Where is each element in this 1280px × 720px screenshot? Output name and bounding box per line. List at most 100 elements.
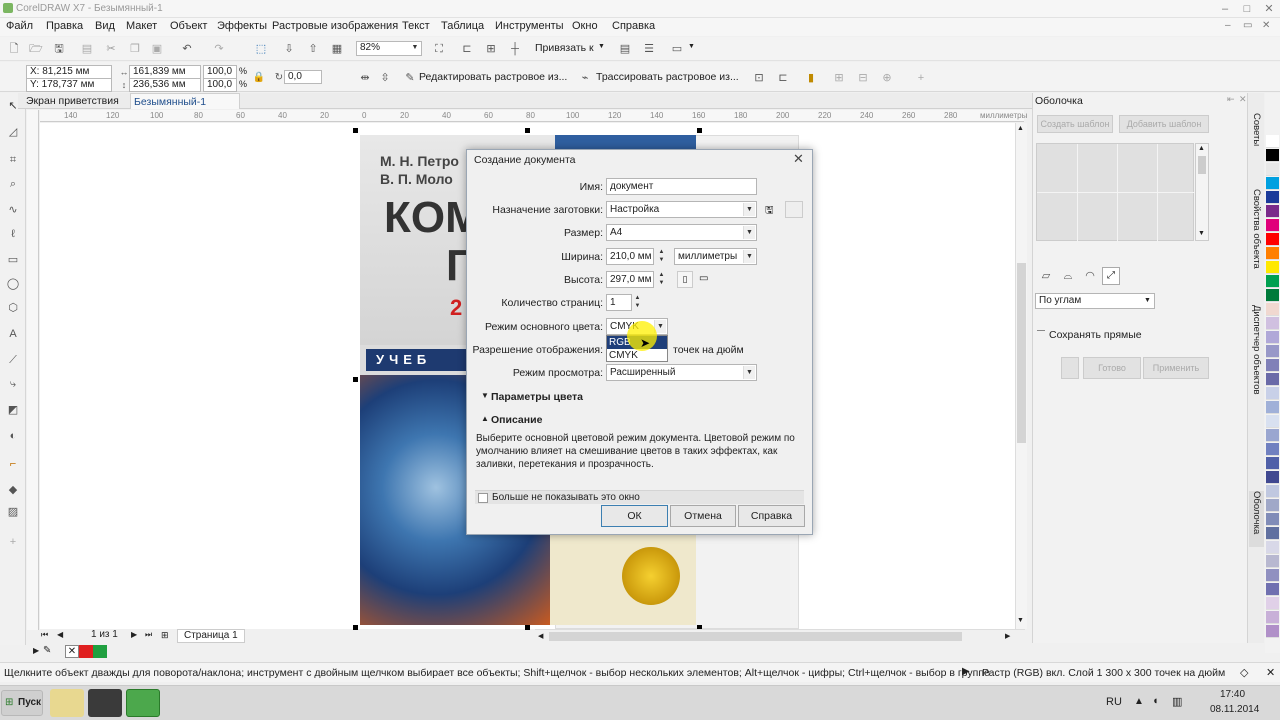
selection-handle[interactable] [353,377,358,382]
media-taskbar-icon[interactable] [88,689,122,717]
color-params-header[interactable]: Параметры цвета [491,391,583,403]
minimize-icon[interactable]: – [1218,2,1232,16]
palette-swatch[interactable] [1266,555,1279,568]
create-template-button[interactable]: Создать шаблон [1037,115,1113,133]
horizontal-scrollbar[interactable]: ◀ ▶ [535,629,1025,643]
pages-stepper[interactable]: ▲ ▼ [632,294,643,311]
scroll-up-icon[interactable]: ▲ [1017,125,1024,132]
freehand-tool-icon[interactable]: ∿ [6,203,20,217]
polygon-tool-icon[interactable]: ⬡ [6,301,20,315]
trace-bitmap-button[interactable]: Трассировать растровое из... [596,71,739,83]
mirror-horizontal-icon[interactable]: ⇹ [358,71,372,85]
scroll-down-icon[interactable]: ▼ [1017,617,1024,624]
palette-swatch[interactable] [1266,275,1279,288]
palette-swatch[interactable] [1266,527,1279,540]
tab-document[interactable]: Безымянный-1 [130,93,240,109]
palette-swatch[interactable] [1266,387,1279,400]
ellipse-tool-icon[interactable]: ◯ [6,277,20,291]
scroll-left-icon[interactable]: ◀ [538,632,543,640]
copy-icon[interactable]: ❐ [128,42,142,56]
palette-swatch[interactable] [1266,373,1279,386]
search-content-icon[interactable]: ⬚ [254,42,268,56]
height-field[interactable]: 236,536 мм [129,78,201,92]
no-color-swatch[interactable]: ✕ [65,645,79,658]
palette-arrow-icon[interactable]: ▶ [33,646,39,655]
green-swatch[interactable] [93,645,107,658]
palette-swatch[interactable] [1266,415,1279,428]
palette-swatch[interactable] [1266,485,1279,498]
size-select[interactable]: A4 ▼ [606,224,757,241]
mapping-mode-select[interactable]: По углам ▼ [1035,293,1155,309]
tab-welcome-screen[interactable]: Экран приветствия [26,95,119,107]
palette-swatch[interactable] [1266,261,1279,274]
launcher-icon[interactable]: ▭ [670,42,684,56]
palette-swatch[interactable] [1266,149,1279,162]
drop-shadow-icon[interactable]: ◩ [6,403,20,417]
smart-fill-icon[interactable]: ▨ [6,505,20,519]
crop-icon[interactable]: ⊡ [752,71,766,85]
menu-tools[interactable]: Инструменты [495,20,564,32]
envelope-straight-icon[interactable]: ▱ [1039,269,1053,283]
menu-object[interactable]: Объект [170,20,207,32]
menu-table[interactable]: Таблица [441,20,484,32]
palette-swatch[interactable] [1266,457,1279,470]
export-icon[interactable]: ⇧ [306,42,320,56]
preset-select[interactable]: Настройка ▼ [606,201,757,218]
tab-object-manager[interactable]: Диспетчер объектов [1249,305,1264,417]
fill-indicator-icon[interactable]: ◇ [1240,666,1248,679]
palette-swatch[interactable] [1266,541,1279,554]
rulers-icon[interactable]: ⊏ [460,42,474,56]
nav-prev-icon[interactable]: ◀ [57,630,63,639]
ok-button[interactable]: ОК [601,505,668,527]
palette-swatch[interactable] [1266,569,1279,582]
palette-swatch[interactable] [1266,163,1279,176]
interactive-fill-icon[interactable]: ◆ [6,483,20,497]
height-stepper[interactable]: ▲ ▼ [656,271,667,288]
units-select[interactable]: миллиметры ▼ [674,248,757,265]
palette-swatch[interactable] [1266,401,1279,414]
menu-edit[interactable]: Правка [46,20,83,32]
vertical-scroll-thumb[interactable] [1017,263,1026,443]
nav-first-icon[interactable]: ⏮ [41,630,48,640]
docker-pin-icon[interactable]: ⇤ [1227,94,1235,105]
palette-swatch[interactable] [1266,471,1279,484]
snap-chevron-icon[interactable]: ▼ [598,43,605,50]
menu-effects[interactable]: Эффекты [217,20,267,32]
network-icon[interactable]: ▥ [1172,695,1182,708]
mirror-vertical-icon[interactable]: ⇳ [378,71,392,85]
scroll-up-icon[interactable]: ▲ [1198,145,1205,152]
align-icon[interactable]: ▤ [618,42,632,56]
keep-lines-label[interactable]: Сохранять прямые [1049,329,1142,341]
palette-swatch[interactable] [1266,583,1279,596]
palette-swatch[interactable] [1266,177,1279,190]
artistic-media-icon[interactable]: ℓ [6,227,20,241]
palette-swatch[interactable] [1266,429,1279,442]
add-template-button[interactable]: Добавить шаблон [1119,115,1209,133]
angle-field[interactable]: 0,0 [284,70,322,84]
menu-layout[interactable]: Макет [126,20,157,32]
color-mask-icon[interactable]: ▮ [804,71,818,85]
zoom-combo[interactable]: 82% ▼ [356,41,422,56]
width-input[interactable]: 210,0 мм [606,248,654,265]
selection-handle[interactable] [697,128,702,133]
collapse-description-icon[interactable]: ▲ [481,414,489,423]
dialog-close-icon[interactable]: ✕ [793,151,804,167]
done-button[interactable]: Готово [1083,357,1141,379]
menu-window[interactable]: Окно [572,20,598,32]
tab-object-properties[interactable]: Свойства объекта [1249,189,1264,281]
scroll-thumb[interactable] [1198,156,1206,174]
selection-handle[interactable] [525,128,530,133]
save-preset-icon[interactable]: 🖫 [765,203,774,220]
palette-swatch[interactable] [1266,625,1279,638]
snap-to-menu[interactable]: Привязать к [535,42,594,54]
page-tab-1[interactable]: Страница 1 [177,629,245,643]
eyedropper-icon[interactable]: ✎ [43,645,51,656]
menu-minimize-icon[interactable]: – [1225,20,1231,31]
cut-icon[interactable]: ✂ [104,42,118,56]
portrait-icon[interactable]: ▯ [677,271,693,288]
menu-restore-icon[interactable]: ▭ [1243,20,1252,31]
expand-color-icon[interactable]: ▼ [481,391,489,400]
palette-swatch[interactable] [1266,135,1279,148]
menu-file[interactable]: Файл [6,20,33,32]
text-tool-icon[interactable]: A [6,327,20,341]
